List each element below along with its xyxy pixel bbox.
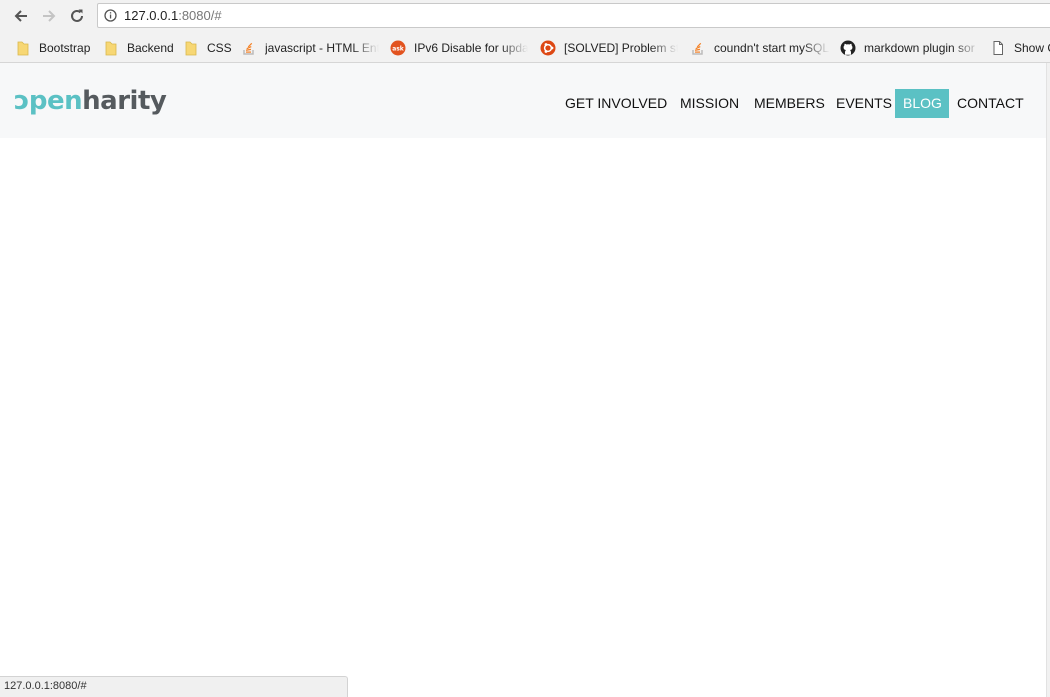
arrow-left-icon [14, 10, 27, 22]
bookmark-show[interactable]: Show C [990, 39, 1050, 57]
bookmark-bootstrap[interactable]: Bootstrap [15, 39, 90, 57]
bookmark-label: markdown plugin sor [864, 41, 975, 55]
main-nav: GET INVOLVED MISSION MEMBERS EVENTS BLOG… [0, 89, 1050, 118]
address-bar[interactable]: 127.0.0.1:8080/# [97, 3, 1050, 28]
nav-get-involved[interactable]: GET INVOLVED [557, 89, 675, 118]
stackoverflow-icon [241, 40, 257, 56]
nav-events[interactable]: EVENTS [828, 89, 900, 118]
bookmark-label: javascript - HTML Ent [265, 41, 379, 55]
back-button[interactable] [11, 6, 31, 26]
bookmark-label: [SOLVED] Problem sta [564, 41, 678, 55]
folder-icon [183, 40, 199, 56]
bookmark-javascript-html-entities[interactable]: javascript - HTML Ent [241, 39, 379, 57]
forward-button[interactable] [39, 6, 59, 26]
bookmark-label: CSS [207, 41, 232, 55]
site-header: ɔpenharity GET INVOLVED MISSION MEMBERS … [0, 63, 1050, 138]
bookmark-markdown-plugin[interactable]: markdown plugin sor [840, 39, 980, 57]
bookmark-label: IPv6 Disable for upda [414, 41, 528, 55]
info-icon[interactable] [104, 9, 117, 22]
arrow-right-icon [43, 10, 56, 22]
folder-icon [103, 40, 119, 56]
url-host: 127.0.0.1 [124, 8, 179, 23]
url-path: :8080/# [178, 8, 222, 23]
bookmark-coundnt-start-mysql[interactable]: coundn't start mySQL [690, 39, 830, 57]
folder-icon [15, 40, 31, 56]
askubuntu-icon: ask [390, 40, 406, 56]
bookmark-backend[interactable]: Backend [103, 39, 174, 57]
bookmark-label: coundn't start mySQL [714, 41, 830, 55]
nav-members[interactable]: MEMBERS [746, 89, 833, 118]
svg-text:ask: ask [392, 46, 405, 53]
nav-mission[interactable]: MISSION [672, 89, 747, 118]
bookmark-solved-problem[interactable]: [SOLVED] Problem sta [540, 39, 678, 57]
bookmarks-bar: Bootstrap Backend CSS javascript - HTML … [0, 33, 1050, 63]
bookmark-label: Bootstrap [39, 41, 91, 55]
nav-blog[interactable]: BLOG [895, 89, 949, 118]
nav-contact[interactable]: CONTACT [949, 89, 1032, 118]
page-scrollbar[interactable] [1046, 63, 1050, 697]
url-text[interactable]: 127.0.0.1:8080/# [124, 8, 222, 23]
reload-button[interactable] [67, 6, 87, 26]
bookmark-css[interactable]: CSS [183, 39, 232, 57]
bookmark-label: Show C [1014, 41, 1050, 55]
status-bubble: 127.0.0.1:8080/# [0, 676, 348, 697]
status-url: 127.0.0.1:8080/# [4, 680, 87, 692]
github-icon [840, 40, 856, 56]
ubuntu-icon [540, 40, 556, 56]
stackoverflow-icon [690, 40, 706, 56]
reload-icon [71, 9, 83, 22]
bookmark-label: Backend [127, 41, 174, 55]
browser-toolbar: 127.0.0.1:8080/# [0, 0, 1050, 33]
page-icon [990, 40, 1006, 56]
bookmark-ipv6-disable[interactable]: ask IPv6 Disable for upda [390, 39, 528, 57]
